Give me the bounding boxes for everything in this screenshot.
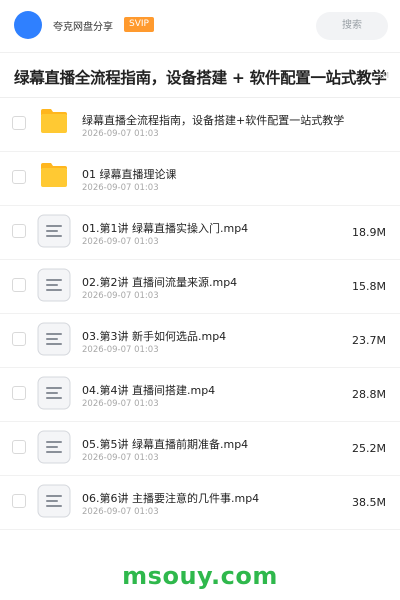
item-date: 2026-09-07 01:03 xyxy=(82,345,159,355)
document-icon xyxy=(37,322,71,356)
item-date: 2026-09-07 01:03 xyxy=(82,129,159,139)
svip-badge: SVIP xyxy=(124,17,154,32)
item-size: 15.8M xyxy=(352,280,386,293)
item-date: 2026-09-07 01:03 xyxy=(82,507,159,517)
list-item[interactable]: 绿幕直播全流程指南，设备搭建+软件配置一站式教学 2026-09-07 01:0… xyxy=(0,98,400,152)
item-name: 01.第1讲 绿幕直播实操入门.mp4 xyxy=(82,222,249,235)
item-size: 38.5M xyxy=(352,496,386,509)
item-name: 05.第5讲 绿幕直播前期准备.mp4 xyxy=(82,438,249,451)
list-item[interactable]: 04.第4讲 直播间搭建.mp4 2026-09-07 01:03 28.8M xyxy=(0,368,400,422)
item-name: 绿幕直播全流程指南，设备搭建+软件配置一站式教学 xyxy=(82,114,345,127)
search-button[interactable]: 搜索 xyxy=(316,12,388,40)
item-size: 25.2M xyxy=(352,442,386,455)
item-date: 2026-09-07 01:03 xyxy=(82,183,159,193)
list-item[interactable]: 05.第5讲 绿幕直播前期准备.mp4 2026-09-07 01:03 25.… xyxy=(0,422,400,476)
document-icon xyxy=(37,214,71,248)
document-icon xyxy=(37,484,71,518)
checkbox[interactable] xyxy=(12,386,26,400)
list-item[interactable]: 01.第1讲 绿幕直播实操入门.mp4 2026-09-07 01:03 18.… xyxy=(0,206,400,260)
list-item[interactable]: 06.第6讲 主播要注意的几件事.mp4 2026-09-07 01:03 38… xyxy=(0,476,400,530)
item-name: 04.第4讲 直播间搭建.mp4 xyxy=(82,384,216,397)
watermark: msouy.com xyxy=(122,562,278,590)
item-size: 28.8M xyxy=(352,388,386,401)
item-date: 2026-09-07 01:03 xyxy=(82,453,159,463)
list-item[interactable]: 01 绿幕直播理论课 2026-09-07 01:03 xyxy=(0,152,400,206)
item-name: 03.第3讲 新手如何选品.mp4 xyxy=(82,330,227,343)
item-date: 2026-09-07 01:03 xyxy=(82,237,159,247)
item-name: 06.第6讲 主播要注意的几件事.mp4 xyxy=(82,492,260,505)
item-name: 01 绿幕直播理论课 xyxy=(82,168,177,181)
item-date: 2026-09-07 01:03 xyxy=(82,291,159,301)
item-size: 23.7M xyxy=(352,334,386,347)
avatar[interactable] xyxy=(14,11,42,39)
top-header: 夸克网盘分享 SVIP 搜索 xyxy=(0,0,400,52)
item-name: 02.第2讲 直播间流量来源.mp4 xyxy=(82,276,238,289)
app-name: 夸克网盘分享 xyxy=(53,22,113,33)
share-title-bar: 绿幕直播全流程指南，设备搭建 + 软件配置一站式教学 4M xyxy=(0,52,400,98)
checkbox[interactable] xyxy=(12,440,26,454)
document-icon xyxy=(37,268,71,302)
checkbox[interactable] xyxy=(12,170,26,184)
list-item[interactable]: 02.第2讲 直播间流量来源.mp4 2026-09-07 01:03 15.8… xyxy=(0,260,400,314)
list-item[interactable]: 03.第3讲 新手如何选品.mp4 2026-09-07 01:03 23.7M xyxy=(0,314,400,368)
share-total-size: 4M xyxy=(377,71,389,80)
item-date: 2026-09-07 01:03 xyxy=(82,399,159,409)
document-icon xyxy=(37,376,71,410)
checkbox[interactable] xyxy=(12,332,26,346)
share-title: 绿幕直播全流程指南，设备搭建 + 软件配置一站式教学 xyxy=(14,69,387,87)
checkbox[interactable] xyxy=(12,116,26,130)
checkbox[interactable] xyxy=(12,278,26,292)
folder-icon xyxy=(41,163,67,187)
checkbox[interactable] xyxy=(12,494,26,508)
item-size: 18.9M xyxy=(352,226,386,239)
checkbox[interactable] xyxy=(12,224,26,238)
folder-icon xyxy=(41,109,67,133)
document-icon xyxy=(37,430,71,464)
